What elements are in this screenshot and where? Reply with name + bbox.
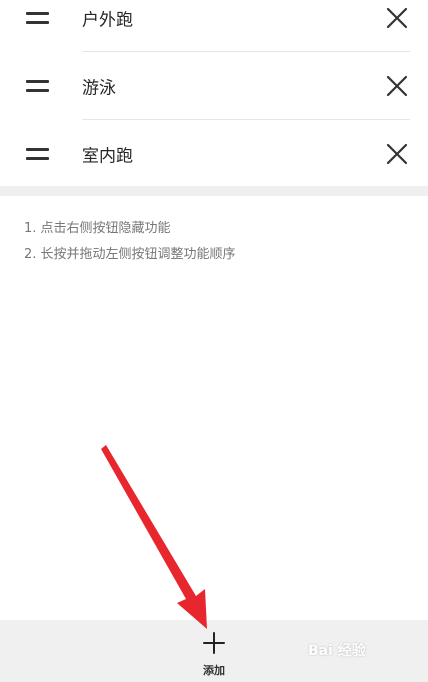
add-button[interactable]: 添加 [183, 628, 245, 680]
close-icon[interactable] [386, 7, 408, 29]
drag-handle-icon[interactable] [26, 148, 49, 160]
list-item-label: 游泳 [82, 78, 116, 99]
plus-icon [203, 632, 225, 654]
watermark: Bai 经验 [308, 628, 408, 668]
tip-reorder: 2. 长按并拖动左侧按钮调整功能顺序 [24, 247, 236, 262]
drag-handle-icon[interactable] [26, 12, 49, 24]
close-icon[interactable] [386, 143, 408, 165]
drag-handle-icon[interactable] [26, 80, 49, 92]
list-item-label: 户外跑 [82, 10, 133, 31]
list-item: 室内跑 [0, 120, 428, 188]
add-label: 添加 [203, 664, 225, 677]
list-item-label: 室内跑 [82, 146, 133, 167]
watermark-text: Bai 经验 [308, 643, 366, 659]
feature-list: 户外跑 游泳 室内跑 [0, 0, 428, 186]
section-gap [0, 186, 428, 196]
close-icon[interactable] [386, 75, 408, 97]
tip-hide: 1. 点击右侧按钮隐藏功能 [24, 221, 171, 236]
list-item: 游泳 [0, 52, 428, 120]
tips: 1. 点击右侧按钮隐藏功能 2. 长按并拖动左侧按钮调整功能顺序 [24, 216, 236, 268]
list-item: 户外跑 [0, 0, 428, 52]
